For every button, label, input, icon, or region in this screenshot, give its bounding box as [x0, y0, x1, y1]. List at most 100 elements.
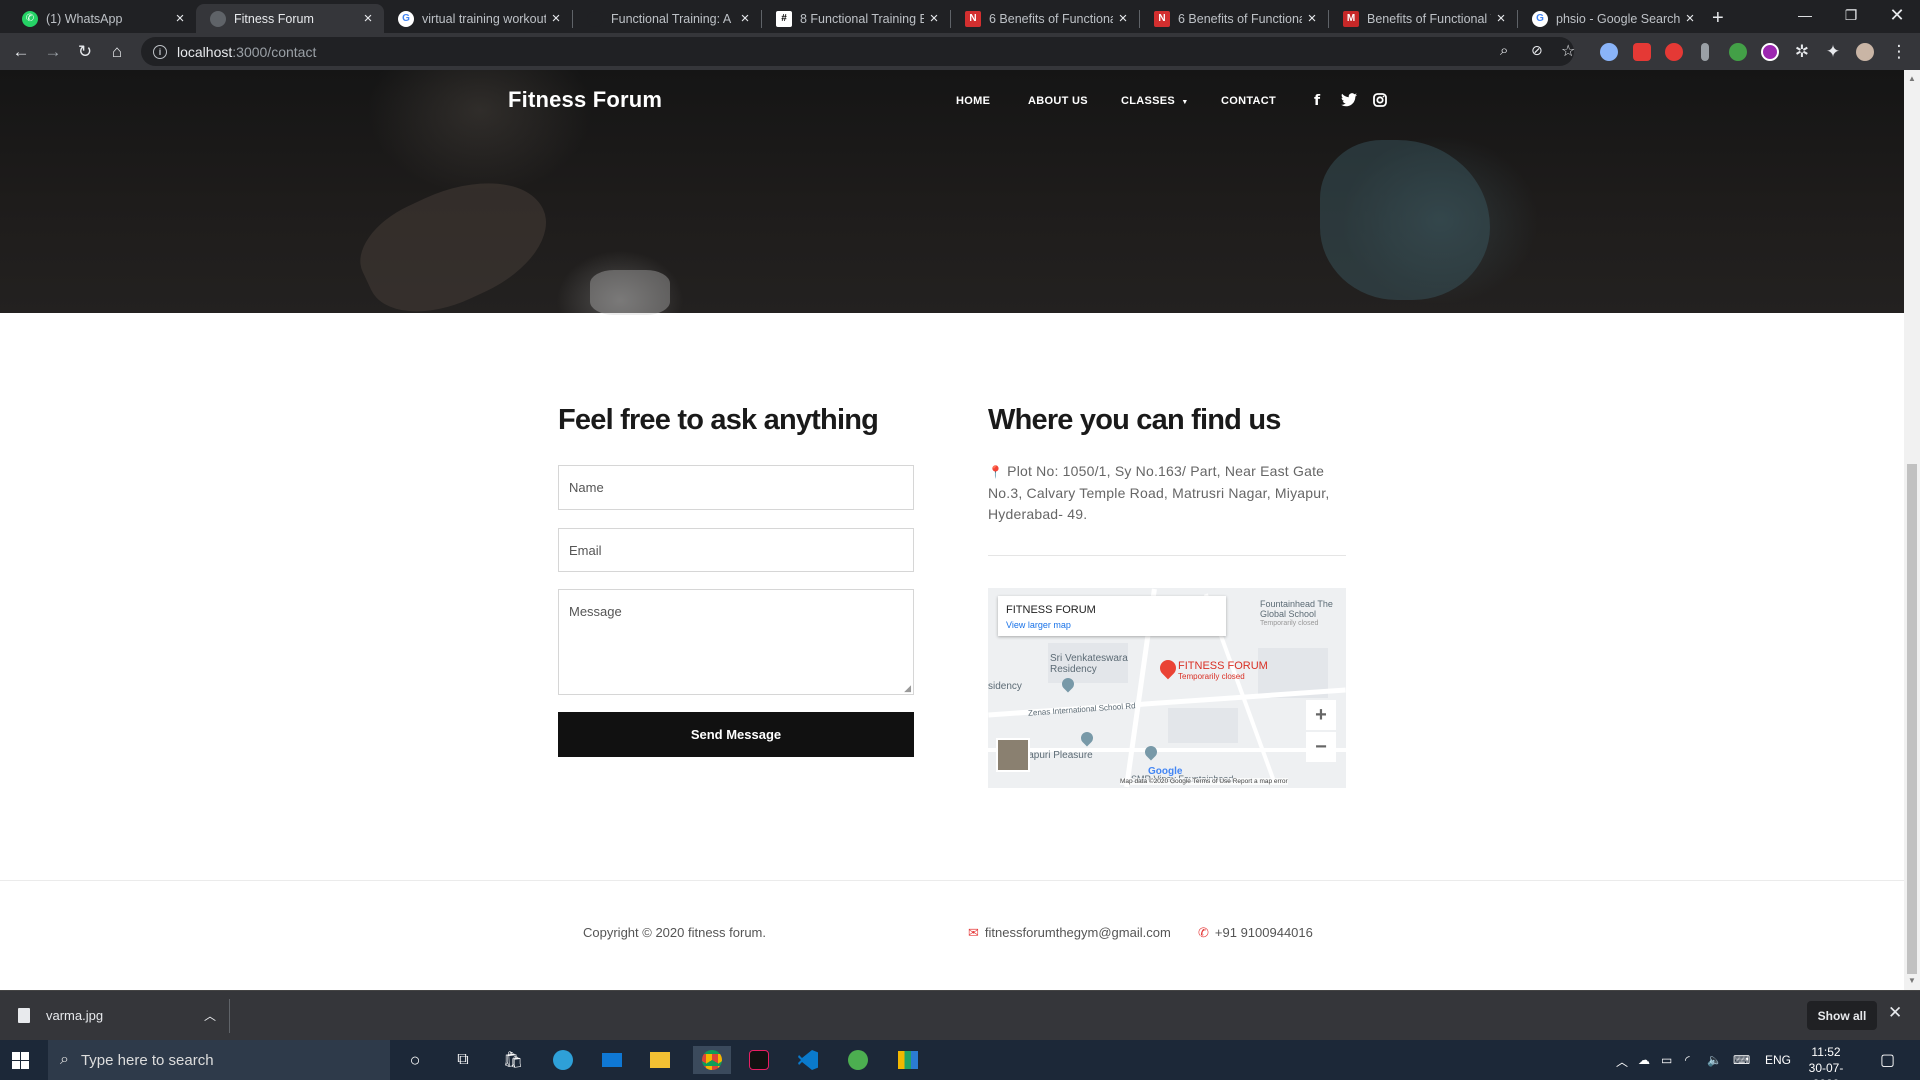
- close-tab-icon[interactable]: ×: [1491, 10, 1511, 27]
- keyboard-icon[interactable]: ⌨: [1733, 1053, 1750, 1067]
- tab-8-functional[interactable]: # 8 Functional Training Be ×: [762, 4, 950, 33]
- embedded-map[interactable]: Sri Venkateswara Residency sidency Zenas…: [988, 588, 1346, 788]
- tab-6-benefits-1[interactable]: N 6 Benefits of Functional ×: [951, 4, 1139, 33]
- home-icon[interactable]: ⌂: [107, 42, 127, 62]
- footer-phone[interactable]: ✆ +91 9100944016: [1198, 925, 1313, 941]
- taskbar-search-box[interactable]: ⌕ Type here to search: [48, 1040, 390, 1080]
- back-icon[interactable]: ←: [11, 42, 31, 62]
- vscode-icon[interactable]: [793, 1046, 823, 1074]
- close-window-icon[interactable]: ✕: [1874, 0, 1920, 30]
- tab-benefits-functional[interactable]: M Benefits of Functional T ×: [1329, 4, 1517, 33]
- name-input[interactable]: Name: [558, 465, 914, 510]
- restore-icon[interactable]: ❐: [1828, 0, 1874, 30]
- map-pin-status: Temporarily closed: [1178, 672, 1245, 681]
- tracking-blocked-icon[interactable]: ⊘: [1531, 42, 1543, 59]
- zoom-icon[interactable]: ⌕: [1500, 42, 1508, 59]
- minimize-icon[interactable]: —: [1782, 0, 1828, 30]
- tab-6-benefits-2[interactable]: N 6 Benefits of Functional ×: [1140, 4, 1328, 33]
- menu-kebab-icon[interactable]: ⋮: [1889, 42, 1909, 62]
- puzzle-extensions-icon[interactable]: ✦: [1823, 42, 1843, 62]
- page-scrollbar[interactable]: ▲ ▼: [1904, 70, 1920, 990]
- close-tab-icon[interactable]: ×: [735, 10, 755, 27]
- download-item[interactable]: varma.jpg ︿: [18, 991, 228, 1040]
- tree-extension-icon[interactable]: [1729, 43, 1747, 61]
- tab-fitness-forum[interactable]: Fitness Forum ×: [196, 4, 384, 33]
- chrome-icon[interactable]: [693, 1046, 731, 1074]
- forward-icon[interactable]: →: [43, 42, 63, 62]
- wifi-icon[interactable]: ◜: [1685, 1053, 1690, 1067]
- nav-classes[interactable]: CLASSES ▼: [1121, 95, 1189, 107]
- twitter-icon[interactable]: [1341, 93, 1357, 110]
- volume-icon[interactable]: 🔈: [1707, 1053, 1722, 1067]
- grey-extension-icon[interactable]: [1701, 43, 1709, 61]
- footer-email[interactable]: ✉ fitnessforumthegym@gmail.com: [968, 925, 1171, 941]
- close-tab-icon[interactable]: ×: [358, 10, 378, 27]
- onedrive-icon[interactable]: ☁: [1638, 1053, 1650, 1067]
- file-explorer-icon[interactable]: [645, 1046, 675, 1074]
- address-bar[interactable]: i localhost:3000/contact ⌕ ⊘ ☆: [141, 37, 1575, 66]
- scroll-down-icon[interactable]: ▼: [1908, 976, 1916, 985]
- map-marker-icon[interactable]: [1078, 729, 1096, 747]
- system-clock[interactable]: 11:52 30-07-2020: [1796, 1044, 1856, 1092]
- reload-icon[interactable]: ↻: [75, 42, 95, 62]
- settings-extension-icon[interactable]: ✲: [1792, 42, 1812, 62]
- instagram-icon[interactable]: [1373, 93, 1387, 110]
- nav-about-us[interactable]: ABOUT US: [1028, 95, 1088, 107]
- cloud-extension-icon[interactable]: [1600, 43, 1618, 61]
- site-info-icon[interactable]: i: [153, 44, 167, 59]
- terminal-icon[interactable]: [744, 1046, 774, 1074]
- task-view-icon[interactable]: ⧉: [448, 1046, 478, 1074]
- tab-whatsapp[interactable]: ✆ (1) WhatsApp ×: [8, 4, 196, 33]
- message-textarea[interactable]: Message ◢: [558, 589, 914, 695]
- zoom-out-button[interactable]: −: [1306, 732, 1336, 762]
- show-all-button[interactable]: Show all: [1807, 1001, 1877, 1030]
- new-tab-button[interactable]: +: [1706, 4, 1736, 33]
- purple-extension-icon[interactable]: [1761, 43, 1779, 61]
- map-info-card: FITNESS FORUM View larger map: [998, 596, 1226, 636]
- close-tab-icon[interactable]: ×: [546, 10, 566, 27]
- tab-title: virtual training workout: [422, 11, 546, 26]
- map-attribution[interactable]: Map data ©2020 Google Terms of Use Repor…: [1120, 778, 1288, 785]
- globe-app-icon[interactable]: [843, 1046, 873, 1074]
- battery-icon[interactable]: ▭: [1661, 1053, 1672, 1067]
- close-tab-icon[interactable]: ×: [924, 10, 944, 27]
- red-extension-icon[interactable]: [1665, 43, 1683, 61]
- store-icon[interactable]: 🛍: [498, 1046, 528, 1074]
- send-message-button[interactable]: Send Message: [558, 712, 914, 757]
- close-tab-icon[interactable]: ×: [170, 10, 190, 27]
- brand-logo[interactable]: Fitness Forum: [508, 87, 662, 113]
- view-larger-map-link[interactable]: View larger map: [1006, 620, 1226, 630]
- pocket-extension-icon[interactable]: [1633, 43, 1651, 61]
- location-pin-icon[interactable]: [1156, 656, 1180, 680]
- bookmark-star-icon[interactable]: ☆: [1561, 41, 1575, 61]
- tab-phsio-search[interactable]: G phsio - Google Search ×: [1518, 4, 1706, 33]
- scroll-thumb[interactable]: [1907, 464, 1917, 974]
- scroll-up-icon[interactable]: ▲: [1908, 74, 1916, 83]
- nav-contact[interactable]: CONTACT: [1221, 95, 1276, 107]
- chevron-up-icon[interactable]: ︿: [204, 1007, 216, 1024]
- footer-phone-text: +91 9100944016: [1214, 925, 1313, 940]
- language-indicator[interactable]: ENG: [1765, 1053, 1791, 1067]
- mail-icon[interactable]: [597, 1046, 627, 1074]
- zoom-in-button[interactable]: +: [1306, 700, 1336, 730]
- office-app-icon[interactable]: [893, 1046, 923, 1074]
- show-hidden-icons[interactable]: ︿: [1616, 1053, 1628, 1070]
- close-tab-icon[interactable]: ×: [1113, 10, 1133, 27]
- profile-avatar[interactable]: [1856, 43, 1874, 61]
- cortana-icon[interactable]: ○: [400, 1046, 430, 1074]
- notifications-icon[interactable]: ▢: [1880, 1050, 1895, 1070]
- close-tab-icon[interactable]: ×: [1680, 10, 1700, 27]
- facebook-icon[interactable]: f: [1314, 93, 1320, 109]
- map-marker-icon[interactable]: [1142, 743, 1160, 761]
- clock-time: 11:52: [1811, 1045, 1841, 1059]
- nav-home[interactable]: HOME: [956, 95, 990, 107]
- close-shelf-icon[interactable]: ✕: [1888, 1003, 1902, 1023]
- close-tab-icon[interactable]: ×: [1302, 10, 1322, 27]
- satellite-toggle[interactable]: [996, 738, 1030, 772]
- edge-icon[interactable]: [548, 1046, 578, 1074]
- tab-virtual-training[interactable]: G virtual training workout ×: [384, 4, 572, 33]
- email-input[interactable]: Email: [558, 528, 914, 572]
- resize-handle-icon[interactable]: ◢: [904, 683, 911, 694]
- windows-start-icon[interactable]: [12, 1052, 29, 1069]
- tab-functional-training-a[interactable]: Functional Training: A D ×: [573, 4, 761, 33]
